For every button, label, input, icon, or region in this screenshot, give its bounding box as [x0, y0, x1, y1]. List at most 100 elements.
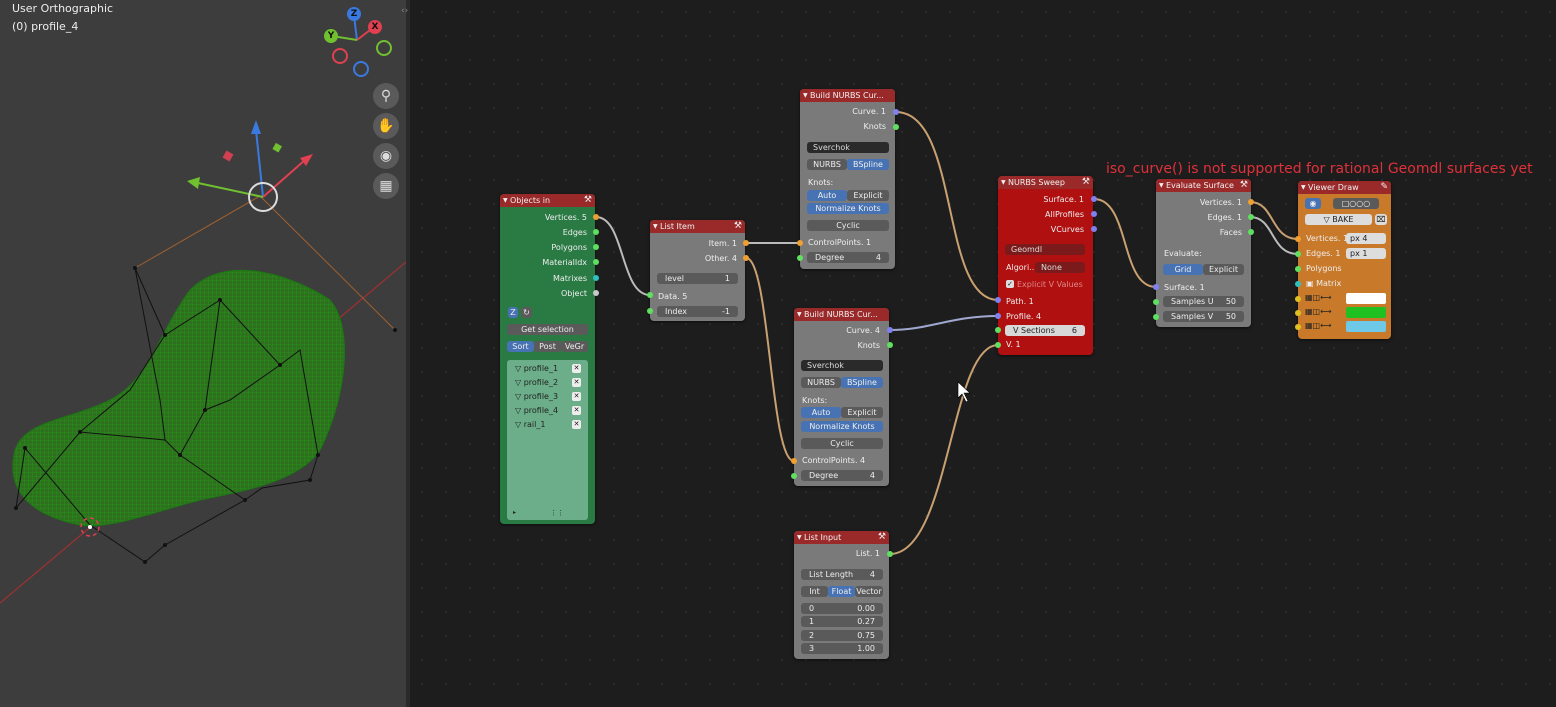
socket-knots[interactable]: [893, 124, 899, 130]
samples-v-field[interactable]: Samples V 50: [1163, 311, 1244, 322]
socket-allprofiles[interactable]: [1091, 211, 1097, 217]
socket-v-sections[interactable]: [995, 327, 1001, 333]
socket-faces[interactable]: [1248, 229, 1254, 235]
list-item[interactable]: ▽ rail_1: [515, 420, 545, 429]
objects-in-header[interactable]: ▼ Objects in ⚒: [500, 194, 595, 207]
wrench-icon[interactable]: ⚒: [734, 220, 742, 233]
remove-icon[interactable]: ✕: [572, 392, 581, 401]
vector-type-button[interactable]: Vector: [855, 586, 883, 597]
list-item-node[interactable]: ▼ List Item ⚒ Item. 1 Other. 4 level 1 Data…: [650, 220, 745, 321]
nurbs-sweep-node[interactable]: ▼ NURBS Sweep ⚒ Surface. 1 AllProfiles VCu…: [998, 176, 1093, 355]
remove-icon[interactable]: ✕: [572, 420, 581, 429]
degree-field[interactable]: Degree 4: [801, 470, 883, 481]
vertex-color-swatch[interactable]: [1346, 293, 1386, 304]
socket-object[interactable]: [593, 290, 599, 296]
socket-samples-u[interactable]: [1153, 299, 1159, 305]
sort-button[interactable]: Sort: [507, 341, 534, 352]
degree-field[interactable]: Degree 4: [807, 252, 889, 263]
list-value-field[interactable]: 0 0.00: [801, 603, 883, 614]
remove-icon[interactable]: ✕: [572, 406, 581, 415]
socket-matrixes[interactable]: [593, 275, 599, 281]
socket-samples-v[interactable]: [1153, 314, 1159, 320]
socket-polygons[interactable]: [593, 244, 599, 250]
explicit-v-checkbox[interactable]: ✓: [1006, 280, 1014, 288]
cyclic-toggle[interactable]: Cyclic: [801, 438, 883, 449]
socket-profile[interactable]: [995, 313, 1001, 319]
implementation-dropdown[interactable]: Geomdl: [1005, 244, 1085, 255]
objects-in-node[interactable]: ▼ Objects in ⚒ Vertices. 5 Edges Polygons …: [500, 194, 595, 524]
normalize-knots-toggle[interactable]: Normalize Knots: [801, 421, 883, 432]
algorithm-dropdown[interactable]: None: [1035, 262, 1085, 273]
explicit-knots-button[interactable]: Explicit: [847, 190, 889, 201]
explicit-mode-button[interactable]: Explicit: [1203, 264, 1244, 275]
level-field[interactable]: level 1: [657, 273, 738, 284]
vertex-size-field[interactable]: px 4: [1346, 233, 1386, 244]
socket-vcurves[interactable]: [1091, 226, 1097, 232]
auto-knots-button[interactable]: Auto: [807, 190, 847, 201]
object-list[interactable]: ▽ profile_1 ✕ ▽ profile_2 ✕ ▽ profile_3 ✕ ▽…: [507, 360, 588, 520]
socket-degree[interactable]: [797, 255, 803, 261]
auto-knots-button[interactable]: Auto: [801, 407, 841, 418]
nurbs2-header[interactable]: ▼ Build NURBS Cur...: [794, 308, 889, 321]
int-type-button[interactable]: Int: [801, 586, 828, 597]
nurbs-mode-button[interactable]: NURBS: [801, 377, 841, 388]
socket-degree[interactable]: [791, 473, 797, 479]
socket-vertices[interactable]: [593, 214, 599, 220]
expand-icon[interactable]: ▸: [513, 509, 516, 516]
bspline-mode-button[interactable]: BSpline: [841, 377, 883, 388]
display-mode-icons[interactable]: □○○○: [1333, 198, 1379, 209]
list-value-field[interactable]: 3 1.00: [801, 643, 883, 654]
post-button[interactable]: Post: [534, 341, 561, 352]
socket-materialidx[interactable]: [593, 259, 599, 265]
socket-controlpoints[interactable]: [797, 240, 803, 246]
socket-curve[interactable]: [887, 327, 893, 333]
socket-matrix-in[interactable]: [1295, 281, 1301, 287]
float-type-button[interactable]: Float: [828, 586, 855, 597]
socket-curve[interactable]: [893, 109, 899, 115]
socket-index[interactable]: [647, 308, 653, 314]
socket-face-color[interactable]: [1295, 324, 1301, 330]
implementation-dropdown[interactable]: Sverchok: [807, 142, 889, 153]
vegr-button[interactable]: VeGr: [561, 341, 588, 352]
remove-icon[interactable]: ✕: [572, 378, 581, 387]
build-nurbs-curve-node-1[interactable]: ▼ Build NURBS Cur... Curve. 1 Knots Sverc…: [800, 89, 895, 269]
v-sections-field[interactable]: V Sections 6: [1005, 325, 1085, 336]
list-input-node[interactable]: ▼ List Input ⚒ List. 1 List Length 4 Int Fl…: [794, 531, 889, 659]
viewer-draw-node[interactable]: ▼ Viewer Draw ✎ ◉ □○○○ ▽ BAKE ⌧ Vertices. …: [1298, 181, 1391, 339]
socket-path[interactable]: [995, 297, 1001, 303]
socket-edges-in[interactable]: [1295, 251, 1301, 257]
socket-data[interactable]: [647, 292, 653, 298]
refresh-icon[interactable]: ↻: [521, 307, 532, 318]
index-field[interactable]: Index -1: [657, 306, 738, 317]
resize-handle-icon[interactable]: ⋮⋮: [550, 509, 564, 517]
nurbs1-header[interactable]: ▼ Build NURBS Cur...: [800, 89, 895, 102]
list-item[interactable]: ▽ profile_2: [515, 378, 558, 387]
socket-vertices-in[interactable]: [1295, 236, 1301, 242]
list-input-header[interactable]: ▼ List Input ⚒: [794, 531, 889, 544]
socket-edge-color[interactable]: [1295, 310, 1301, 316]
socket-v[interactable]: [995, 342, 1001, 348]
socket-edges[interactable]: [1248, 214, 1254, 220]
explicit-knots-button[interactable]: Explicit: [841, 407, 883, 418]
socket-surface-in[interactable]: [1153, 284, 1159, 290]
socket-polygons-in[interactable]: [1295, 266, 1301, 272]
wrench-icon[interactable]: ⚒: [1082, 176, 1090, 189]
socket-item[interactable]: [743, 240, 749, 246]
nurbs-sweep-header[interactable]: ▼ NURBS Sweep ⚒: [998, 176, 1093, 189]
bake-options-icon[interactable]: ⌧: [1375, 214, 1387, 225]
list-length-field[interactable]: List Length 4: [801, 569, 883, 580]
socket-knots[interactable]: [887, 342, 893, 348]
viewer-draw-header[interactable]: ▼ Viewer Draw ✎: [1298, 181, 1391, 194]
evaluate-surface-node[interactable]: ▼ Evaluate Surface ⚒ Vertices. 1 Edges. 1 …: [1156, 179, 1251, 327]
edge-display-icons[interactable]: ▦◫⟷: [1305, 307, 1343, 318]
remove-icon[interactable]: ✕: [572, 364, 581, 373]
z-sort-toggle[interactable]: Z: [508, 307, 518, 318]
implementation-dropdown[interactable]: Sverchok: [801, 360, 883, 371]
normalize-knots-toggle[interactable]: Normalize Knots: [807, 203, 889, 214]
bspline-mode-button[interactable]: BSpline: [847, 159, 889, 170]
list-item[interactable]: ▽ profile_4: [515, 406, 558, 415]
pencil-icon[interactable]: ✎: [1380, 181, 1388, 194]
cyclic-toggle[interactable]: Cyclic: [807, 220, 889, 231]
edge-color-swatch[interactable]: [1346, 307, 1386, 318]
wrench-icon[interactable]: ⚒: [878, 531, 886, 544]
